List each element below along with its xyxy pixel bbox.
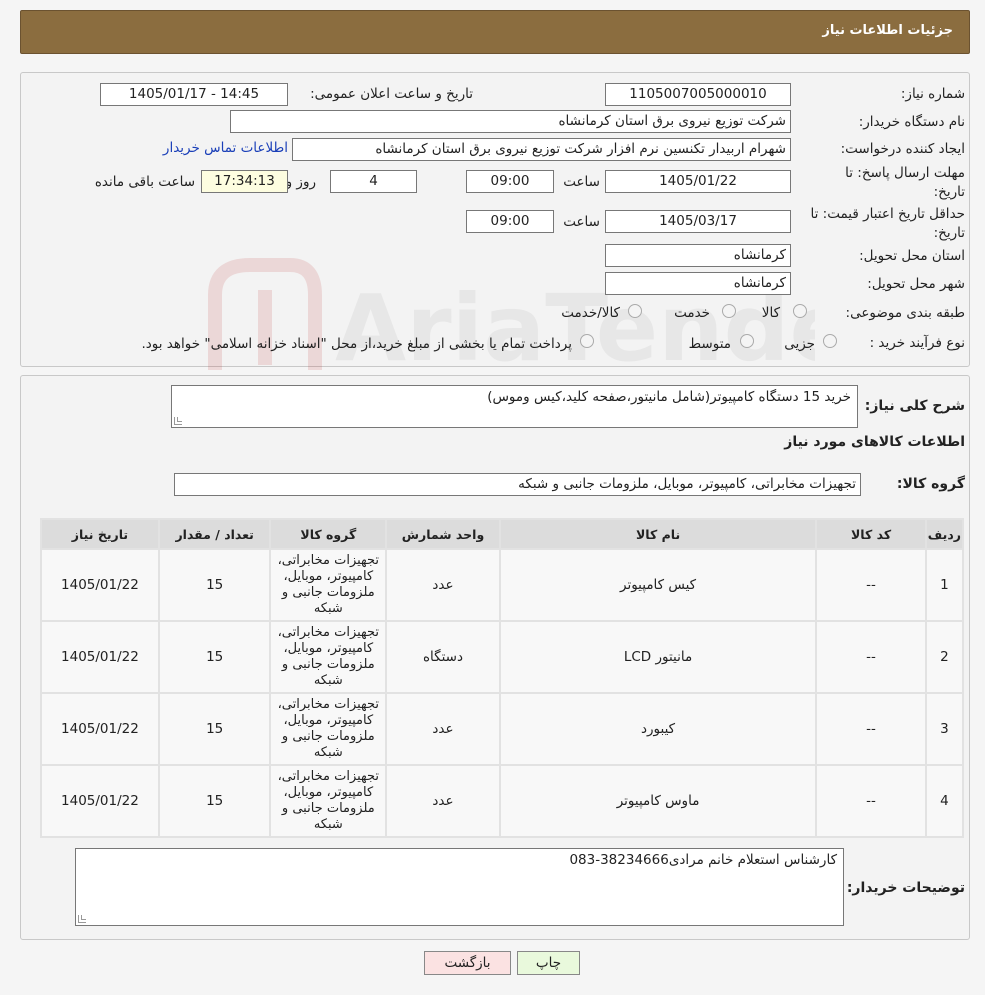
deadline-label-2: تاریخ: — [933, 184, 965, 200]
buyer-label: نام دستگاه خریدار: — [858, 114, 965, 130]
cell-unit: دستگاه — [387, 622, 499, 692]
cell-group: تجهیزات مخابراتی، کامپیوتر، موبایل، ملزو… — [271, 694, 386, 764]
cell-code: -- — [817, 766, 925, 836]
resize-handle-icon[interactable] — [174, 417, 182, 425]
buyer-notes-label: توضیحات خریدار: — [846, 880, 965, 896]
cell-date: 1405/01/22 — [42, 694, 158, 764]
col-header-group: گروه کالا — [271, 520, 386, 548]
category-radio-service[interactable] — [722, 304, 736, 318]
description-text: خرید 15 دستگاه کامپیوتر(شامل مانیتور،صفح… — [487, 389, 851, 405]
table-row: 4 -- ماوس کامپیوتر عدد تجهیزات مخابراتی،… — [42, 766, 962, 836]
process-option-minor: جزیی — [784, 336, 815, 352]
buyer-notes-text: کارشناس استعلام خانم مرادی38234666-083 — [569, 852, 837, 868]
cell-date: 1405/01/22 — [42, 622, 158, 692]
cell-quantity: 15 — [159, 694, 270, 764]
province-field: کرمانشاه — [605, 244, 791, 267]
print-button[interactable]: چاپ — [517, 951, 580, 975]
remaining-label: ساعت باقی مانده — [94, 174, 195, 190]
contact-info-link[interactable]: اطلاعات تماس خریدار — [163, 140, 288, 156]
table-row: 2 -- مانیتور LCD دستگاه تجهیزات مخابراتی… — [42, 622, 962, 692]
resize-handle-icon[interactable] — [78, 915, 86, 923]
table-row: 3 -- کیبورد عدد تجهیزات مخابراتی، کامپیو… — [42, 694, 962, 764]
validity-time-field: 09:00 — [466, 210, 554, 233]
table-row: 1 -- کیس کامپیوتر عدد تجهیزات مخابراتی، … — [42, 550, 962, 620]
deadline-time-field: 09:00 — [466, 170, 554, 193]
col-header-code: کد کالا — [817, 520, 925, 548]
process-label: نوع فرآیند خرید : — [869, 335, 965, 351]
need-number-field: 1105007005000010 — [605, 83, 791, 106]
process-note: پرداخت تمام یا بخشی از مبلغ خرید،از محل … — [141, 336, 572, 352]
creator-label: ایجاد کننده درخواست: — [840, 141, 965, 157]
table-header-row: ردیف کد کالا نام کالا واحد شمارش گروه کا… — [42, 520, 962, 548]
description-label: شرح کلی نیاز: — [864, 398, 965, 414]
need-number-label: شماره نیاز: — [900, 86, 965, 102]
validity-date-field: 1405/03/17 — [605, 210, 791, 233]
page-header: جزئیات اطلاعات نیاز — [20, 10, 970, 54]
goods-section-title: اطلاعات کالاهای مورد نیاز — [784, 434, 965, 450]
process-radio-medium[interactable] — [740, 334, 754, 348]
city-label: شهر محل تحویل: — [867, 276, 965, 292]
cell-row-number: 2 — [926, 622, 962, 692]
category-option-goods-service: کالا/خدمت — [561, 305, 620, 321]
province-label: استان محل تحویل: — [859, 248, 965, 264]
cell-quantity: 15 — [159, 622, 270, 692]
cell-unit: عدد — [387, 766, 499, 836]
cell-quantity: 15 — [159, 550, 270, 620]
buyer-notes-textarea[interactable]: کارشناس استعلام خانم مرادی38234666-083 — [75, 848, 844, 926]
cell-unit: عدد — [387, 550, 499, 620]
goods-group-label: گروه کالا: — [896, 476, 965, 492]
remaining-time-field: 17:34:13 — [201, 170, 288, 193]
cell-code: -- — [817, 550, 925, 620]
cell-name: مانیتور LCD — [500, 622, 816, 692]
cell-row-number: 4 — [926, 766, 962, 836]
back-button[interactable]: بازگشت — [424, 951, 511, 975]
process-radio-treasury[interactable] — [580, 334, 594, 348]
validity-label: حداقل تاریخ اعتبار قیمت: تا — [810, 206, 965, 222]
deadline-time-label: ساعت — [563, 174, 600, 190]
cell-group: تجهیزات مخابراتی، کامپیوتر، موبایل، ملزو… — [271, 622, 386, 692]
cell-group: تجهیزات مخابراتی، کامپیوتر، موبایل، ملزو… — [271, 550, 386, 620]
cell-quantity: 15 — [159, 766, 270, 836]
process-radio-minor[interactable] — [823, 334, 837, 348]
cell-name: کیس کامپیوتر — [500, 550, 816, 620]
col-header-date: تاریخ نیاز — [42, 520, 158, 548]
cell-row-number: 1 — [926, 550, 962, 620]
days-remaining-field: 4 — [330, 170, 417, 193]
deadline-date-field: 1405/01/22 — [605, 170, 791, 193]
cell-group: تجهیزات مخابراتی، کامپیوتر، موبایل، ملزو… — [271, 766, 386, 836]
cell-name: ماوس کامپیوتر — [500, 766, 816, 836]
validity-time-label: ساعت — [563, 214, 600, 230]
cell-date: 1405/01/22 — [42, 766, 158, 836]
city-field: کرمانشاه — [605, 272, 791, 295]
cell-name: کیبورد — [500, 694, 816, 764]
page-title: جزئیات اطلاعات نیاز — [822, 23, 953, 38]
cell-code: -- — [817, 622, 925, 692]
col-header-row-number: ردیف — [926, 520, 962, 548]
col-header-name: نام کالا — [500, 520, 816, 548]
buyer-field: شرکت توزیع نیروی برق استان کرمانشاه — [230, 110, 791, 133]
col-header-quantity: تعداد / مقدار — [159, 520, 270, 548]
goods-group-field: تجهیزات مخابراتی، کامپیوتر، موبایل، ملزو… — [174, 473, 861, 496]
category-label: طبقه بندی موضوعی: — [845, 305, 965, 321]
items-table: ردیف کد کالا نام کالا واحد شمارش گروه کا… — [40, 518, 964, 838]
announce-field: 1405/01/17 - 14:45 — [100, 83, 288, 106]
category-radio-goods-service[interactable] — [628, 304, 642, 318]
cell-unit: عدد — [387, 694, 499, 764]
deadline-label: مهلت ارسال پاسخ: تا — [845, 165, 965, 181]
description-textarea[interactable]: خرید 15 دستگاه کامپیوتر(شامل مانیتور،صفح… — [171, 385, 858, 428]
validity-label-2: تاریخ: — [933, 225, 965, 241]
category-radio-goods[interactable] — [793, 304, 807, 318]
col-header-unit: واحد شمارش — [387, 520, 499, 548]
process-option-medium: متوسط — [688, 336, 731, 352]
cell-date: 1405/01/22 — [42, 550, 158, 620]
cell-row-number: 3 — [926, 694, 962, 764]
announce-label: تاریخ و ساعت اعلان عمومی: — [310, 86, 473, 102]
cell-code: -- — [817, 694, 925, 764]
category-option-service: خدمت — [674, 305, 710, 321]
creator-field: شهرام اربیدار تکنسین نرم افزار شرکت توزی… — [292, 138, 791, 161]
category-option-goods: کالا — [761, 305, 780, 321]
days-label: روز و — [285, 174, 316, 190]
